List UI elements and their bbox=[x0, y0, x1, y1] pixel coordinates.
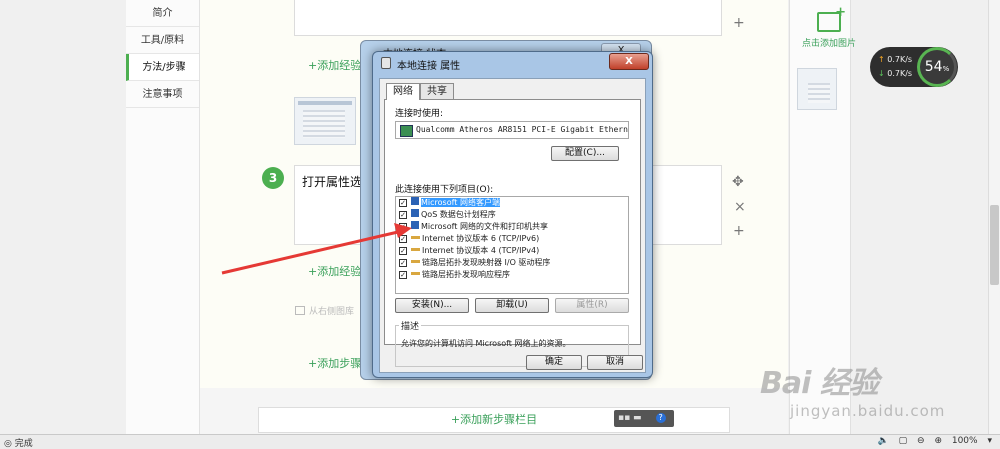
zoom-in-icon[interactable]: ⊕ bbox=[934, 436, 942, 446]
status-right: 🔈 ▢ ⊖ ⊕ 100% ▾ bbox=[871, 436, 992, 446]
status-bar: ◎ 完成 🔈 ▢ ⊖ ⊕ 100% ▾ bbox=[0, 434, 1000, 449]
status-left: ◎ 完成 bbox=[4, 439, 33, 449]
chevron-down-icon[interactable]: ▾ bbox=[987, 436, 992, 446]
window-icon[interactable]: ▢ bbox=[899, 436, 908, 446]
annotation-arrow bbox=[221, 223, 412, 275]
status-text: 完成 bbox=[14, 439, 33, 449]
arrow-shaft bbox=[221, 230, 399, 275]
zoom-level[interactable]: 100% bbox=[952, 436, 978, 446]
arrow-head bbox=[394, 223, 412, 238]
zoom-out-icon[interactable]: ⊖ bbox=[917, 436, 925, 446]
speaker-icon[interactable]: 🔈 bbox=[878, 436, 889, 446]
tab-network[interactable]: 网络 bbox=[386, 83, 420, 100]
